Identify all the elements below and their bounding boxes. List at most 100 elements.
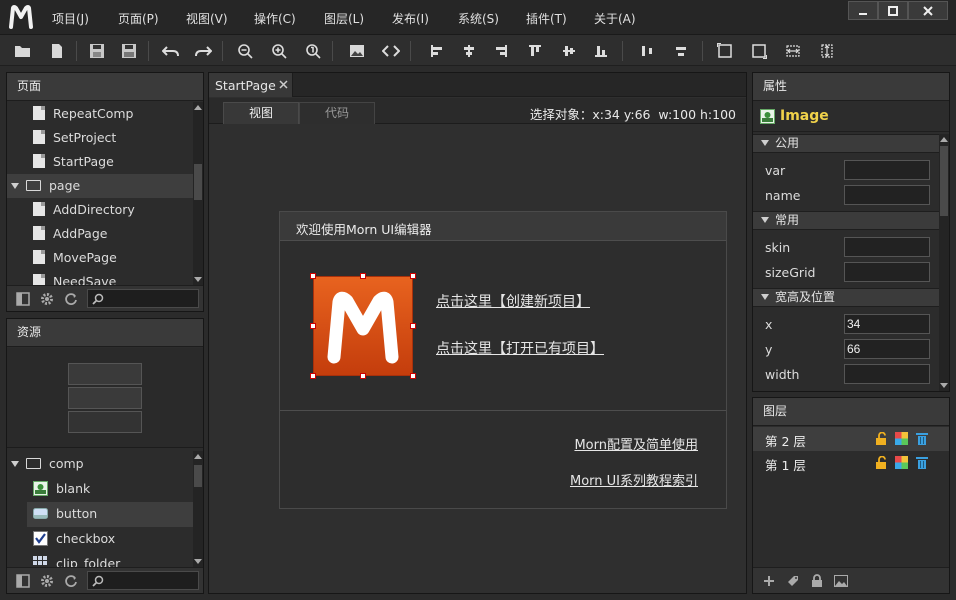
tab-code[interactable]: 代码 <box>299 102 375 124</box>
layer-row-2[interactable]: 第 2 层 <box>753 427 949 451</box>
align-center-h-button[interactable] <box>458 40 480 62</box>
group-common[interactable]: 公用 <box>753 134 939 153</box>
page-item-movepage[interactable]: MovePage <box>33 246 117 270</box>
menu-page[interactable]: 页面(P) <box>118 10 159 27</box>
color-icon[interactable] <box>895 456 908 469</box>
lock-all-icon[interactable] <box>809 573 825 589</box>
page-item-repeatcomp[interactable]: RepeatComp <box>33 102 134 126</box>
input-var[interactable] <box>844 160 930 180</box>
align-bottom-button[interactable] <box>590 40 612 62</box>
scroll-up-icon[interactable] <box>194 454 202 459</box>
refresh-icon[interactable] <box>63 291 79 307</box>
config-guide-link[interactable]: Morn配置及简单使用 <box>574 434 698 453</box>
resize-handle-l[interactable] <box>310 323 316 329</box>
settings-gear-icon[interactable] <box>39 291 55 307</box>
open-folder-button[interactable] <box>12 40 34 62</box>
menu-layer[interactable]: 图层(L) <box>324 10 364 27</box>
code-button[interactable] <box>380 40 402 62</box>
page-item-needsave[interactable]: NeedSave <box>33 270 116 285</box>
menu-project[interactable]: 项目(J) <box>52 10 89 27</box>
menu-about[interactable]: 关于(A) <box>594 10 636 27</box>
delete-icon[interactable] <box>916 456 928 469</box>
group-size-position[interactable]: 宽高及位置 <box>753 288 939 307</box>
tab-view[interactable]: 视图 <box>223 102 299 124</box>
scroll-up-icon[interactable] <box>194 105 202 110</box>
tutorial-index-link[interactable]: Morn UI系列教程索引 <box>570 470 698 489</box>
page-item-adddirectory[interactable]: AddDirectory <box>33 198 135 222</box>
resize-handle-tl[interactable] <box>310 273 316 279</box>
group-frequent[interactable]: 常用 <box>753 211 939 230</box>
page-item-startpage[interactable]: StartPage <box>33 150 114 174</box>
add-layer-icon[interactable] <box>761 573 777 589</box>
lock-icon[interactable] <box>875 432 888 445</box>
close-tab-icon[interactable] <box>279 80 288 89</box>
zoom-out-button[interactable] <box>234 40 256 62</box>
close-window-button[interactable] <box>908 1 948 20</box>
resize-handle-tr[interactable] <box>410 273 416 279</box>
pages-search-input[interactable] <box>87 289 199 308</box>
align-top-button[interactable] <box>524 40 546 62</box>
expand-arrow-icon[interactable] <box>11 183 19 189</box>
pages-scrollbar[interactable] <box>193 102 203 285</box>
menu-plugin[interactable]: 插件(T) <box>526 10 567 27</box>
zoom-reset-button[interactable] <box>302 40 324 62</box>
refresh-icon[interactable] <box>63 573 79 589</box>
input-name[interactable] <box>844 185 930 205</box>
create-project-link[interactable]: 点击这里【创建新项目】 <box>436 291 590 311</box>
collapse-icon[interactable] <box>15 291 31 307</box>
align-middle-v-button[interactable] <box>558 40 580 62</box>
scroll-down-icon[interactable] <box>194 559 202 564</box>
tab-startpage[interactable]: StartPage <box>209 73 293 97</box>
layer-row-1[interactable]: 第 1 层 <box>753 451 949 475</box>
same-size-button[interactable] <box>714 40 736 62</box>
color-icon[interactable] <box>895 432 908 445</box>
resource-item-blank[interactable]: blank <box>33 477 90 502</box>
maximize-button[interactable] <box>878 1 908 20</box>
input-x[interactable]: 34 <box>844 314 930 334</box>
resize-handle-b[interactable] <box>360 373 366 379</box>
input-y[interactable]: 66 <box>844 339 930 359</box>
minimize-button[interactable] <box>848 1 878 20</box>
scroll-up-icon[interactable] <box>940 137 948 142</box>
save-all-button[interactable] <box>118 40 140 62</box>
input-width[interactable] <box>844 364 930 384</box>
settings-gear-icon[interactable] <box>39 573 55 589</box>
delete-icon[interactable] <box>916 432 928 445</box>
lock-icon[interactable] <box>875 456 888 469</box>
resources-search-input[interactable] <box>87 571 199 590</box>
menu-publish[interactable]: 发布(I) <box>392 10 429 27</box>
input-sizegrid[interactable] <box>844 262 930 282</box>
collapse-icon[interactable] <box>15 573 31 589</box>
same-width-button[interactable] <box>782 40 804 62</box>
input-skin[interactable] <box>844 237 930 257</box>
page-item-setproject[interactable]: SetProject <box>33 126 116 150</box>
same-height-button[interactable] <box>816 40 838 62</box>
open-project-link[interactable]: 点击这里【打开已有项目】 <box>436 338 604 358</box>
resource-item-checkbox[interactable]: checkbox <box>33 527 115 552</box>
align-left-button[interactable] <box>426 40 448 62</box>
properties-scrollbar[interactable] <box>939 134 949 391</box>
resize-handle-r[interactable] <box>410 323 416 329</box>
resource-item-clip-folder[interactable]: clip_folder <box>33 552 120 567</box>
resize-handle-t[interactable] <box>360 273 366 279</box>
page-item-addpage[interactable]: AddPage <box>33 222 107 246</box>
distribute-h-button[interactable] <box>636 40 658 62</box>
zoom-in-button[interactable] <box>268 40 290 62</box>
menu-view[interactable]: 视图(V) <box>186 10 228 27</box>
align-right-button[interactable] <box>490 40 512 62</box>
distribute-v-button[interactable] <box>670 40 692 62</box>
resource-folder-comp[interactable]: comp <box>7 452 84 476</box>
resources-scrollbar[interactable] <box>193 451 203 567</box>
save-button[interactable] <box>86 40 108 62</box>
tag-icon[interactable] <box>785 573 801 589</box>
resize-handle-bl[interactable] <box>310 373 316 379</box>
fit-size-button[interactable] <box>748 40 770 62</box>
scroll-down-icon[interactable] <box>940 383 948 388</box>
layer-image-icon[interactable] <box>833 573 849 589</box>
menu-operation[interactable]: 操作(C) <box>254 10 296 27</box>
undo-button[interactable] <box>160 40 182 62</box>
redo-button[interactable] <box>192 40 214 62</box>
scroll-down-icon[interactable] <box>194 277 202 282</box>
image-button[interactable] <box>346 40 368 62</box>
resource-item-button[interactable]: button <box>27 502 193 527</box>
